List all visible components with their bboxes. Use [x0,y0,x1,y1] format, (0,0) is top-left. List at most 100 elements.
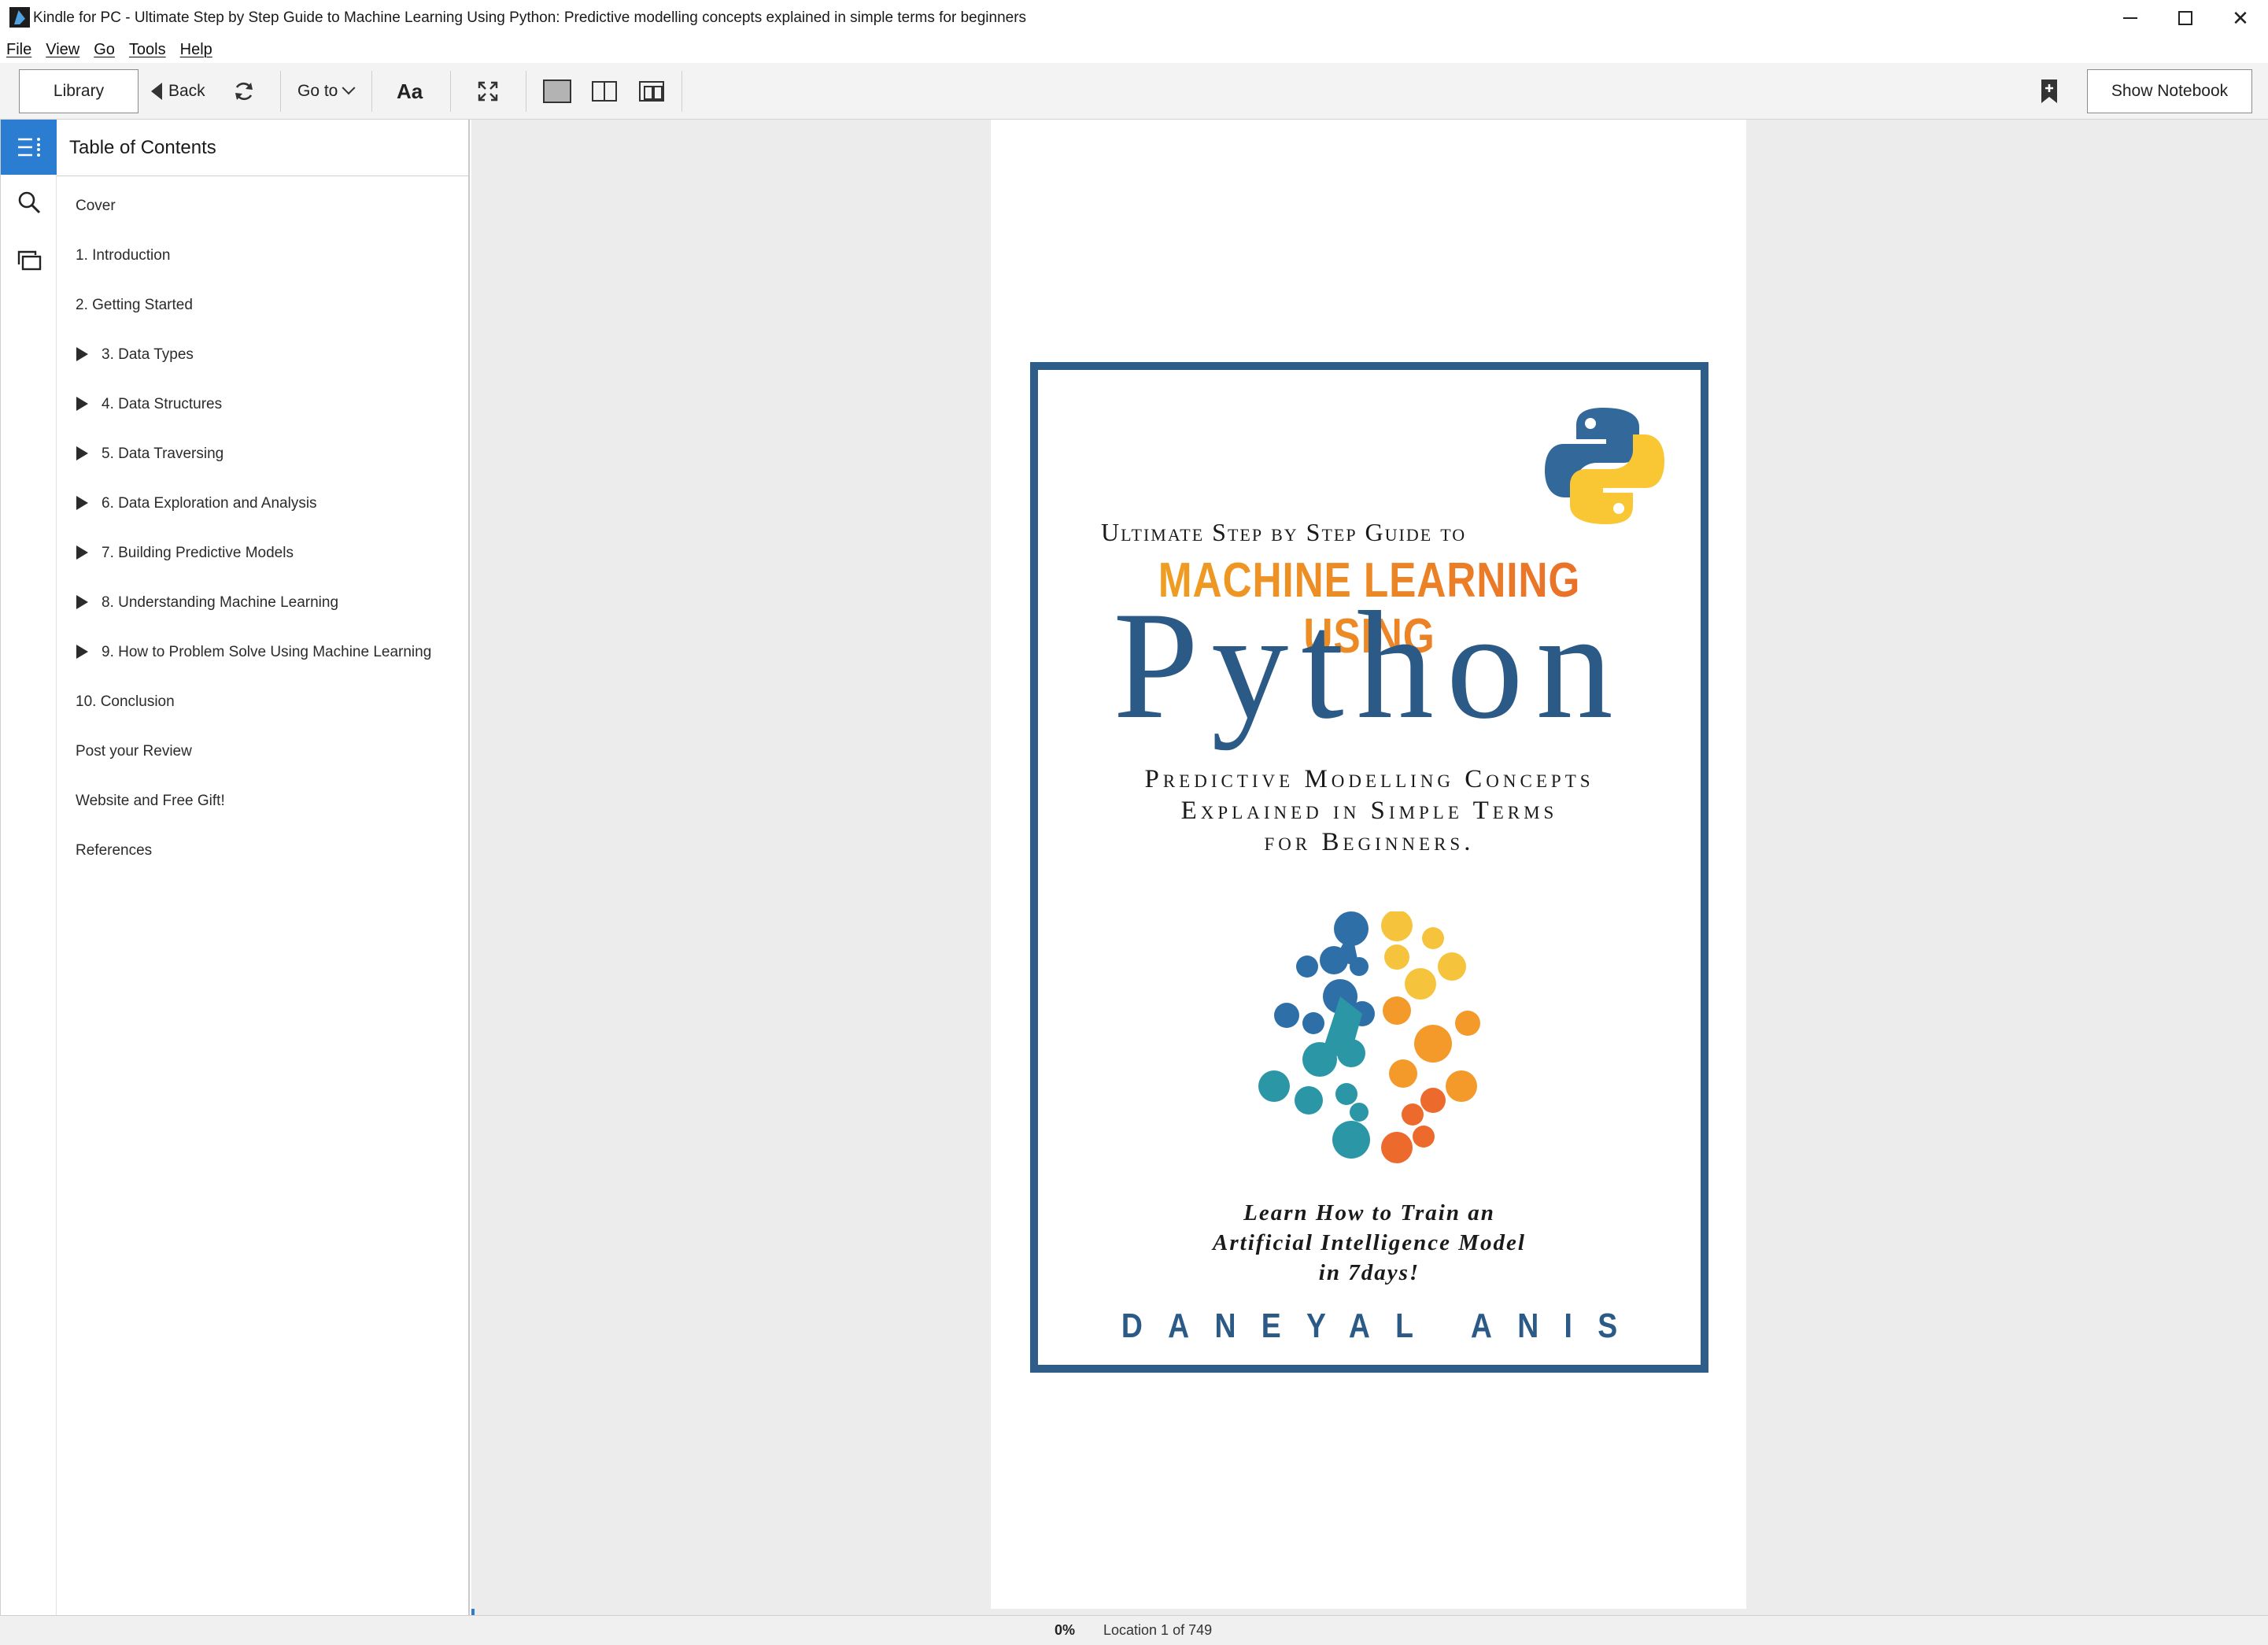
menu-help[interactable]: Help [180,41,212,59]
toc-item-label: 2. Getting Started [76,296,193,313]
cover-description-line: Predictive Modelling Concepts [1144,765,1594,793]
toc-item-label: References [76,841,153,859]
goto-label: Go to [297,82,338,100]
toolbar-separator [280,71,281,112]
expand-triangle-icon[interactable] [76,645,88,659]
toolbar-separator [450,71,451,112]
grid-view-icon[interactable] [639,81,664,102]
show-notebook-button[interactable]: Show Notebook [2087,69,2252,113]
cover-tagline-line: Artificial Intelligence Model [1213,1230,1526,1255]
cover-description: Predictive Modelling Concepts Explained … [1038,763,1701,858]
toc-item[interactable]: 1. Introduction [57,231,468,280]
toc-item-label: 8. Understanding Machine Learning [102,593,339,611]
toc-item-label: Post your Review [76,742,192,760]
toc-item[interactable]: 7. Building Predictive Models [57,528,468,578]
cover-description-line: Explained in Simple Terms [1180,797,1558,825]
cover-python-heading: Python [1113,580,1626,751]
expand-triangle-icon[interactable] [76,446,88,460]
refresh-icon [235,82,253,101]
expand-triangle-icon[interactable] [76,347,88,361]
toc-item[interactable]: 9. How to Problem Solve Using Machine Le… [57,627,468,677]
chevron-down-icon [342,81,356,95]
minimize-icon [2123,17,2137,19]
back-arrow-icon [151,83,162,100]
two-page-view-icon[interactable] [592,81,617,102]
expand-triangle-icon[interactable] [76,545,88,560]
toc-item-label: 9. How to Problem Solve Using Machine Le… [102,643,432,660]
back-label: Back [168,82,205,100]
flashcards-icon [17,250,41,271]
toc-item[interactable]: Website and Free Gift! [57,776,468,826]
single-page-view-icon[interactable] [543,79,571,103]
cover-subtitle-top: Ultimate Step by Step Guide to [1101,518,1467,546]
search-rail-button[interactable] [1,175,57,230]
toc-item-label: 1. Introduction [76,246,171,264]
progress-percent: 0% [1055,1622,1076,1638]
location-indicator: Location 1 of 749 [1103,1622,1213,1638]
cover-author: DANEYAL ANIS [1121,1307,1643,1345]
toc-item-label: Cover [76,197,116,214]
maximize-button[interactable] [2158,0,2213,36]
toc-item[interactable]: Post your Review [57,726,468,776]
expand-triangle-icon[interactable] [76,595,88,609]
kindle-app-icon [9,7,30,28]
toc-item-label: 4. Data Structures [102,395,223,412]
toc-item[interactable]: 4. Data Structures [57,379,468,429]
toolbar: Library Back Go to Aa Show Notebook [0,63,2268,120]
left-icon-rail [0,120,57,1615]
toc-item-label: 10. Conclusion [76,693,175,710]
search-icon [18,191,40,214]
cover-tagline-line: Learn How to Train an [1243,1200,1495,1225]
toc-item[interactable]: 2. Getting Started [57,280,468,330]
menu-go[interactable]: Go [94,41,115,59]
book-cover: Ultimate Step by Step Guide to MACHINE L… [1030,362,1708,1373]
toc-item[interactable]: 5. Data Traversing [57,429,468,479]
sync-button[interactable] [228,63,260,120]
close-button[interactable]: ✕ [2213,0,2268,36]
close-icon: ✕ [2232,6,2249,30]
brain-network-illustration [1258,911,1480,1163]
bookmark-button[interactable] [2040,63,2059,120]
status-bar: 0% Location 1 of 749 [0,1615,2268,1645]
toc-list: Cover 1. Introduction 2. Getting Started 3.… [57,176,468,875]
toc-rail-button[interactable] [1,120,57,175]
bookmark-add-icon [2041,79,2057,103]
toc-item-label: 7. Building Predictive Models [102,544,294,561]
toolbar-separator [371,71,372,112]
window-title: Kindle for PC - Ultimate Step by Step Gu… [33,9,1027,26]
toc-item[interactable]: 10. Conclusion [57,677,468,726]
toc-title: Table of Contents [57,120,468,176]
python-logo-icon [1545,408,1664,524]
toc-item[interactable]: 8. Understanding Machine Learning [57,578,468,627]
toc-list-icon [17,138,40,157]
goto-dropdown[interactable]: Go to [297,63,356,120]
title-bar: Kindle for PC - Ultimate Step by Step Gu… [0,0,2268,36]
library-button[interactable]: Library [19,69,139,113]
cover-tagline-line: in 7days! [1318,1260,1420,1285]
toc-item[interactable]: 6. Data Exploration and Analysis [57,479,468,528]
expand-triangle-icon[interactable] [76,496,88,510]
reading-progress-indicator [471,1609,475,1615]
fullscreen-button[interactable] [475,63,501,120]
fullscreen-icon [478,81,498,102]
minimize-button[interactable] [2103,0,2158,36]
menu-view[interactable]: View [46,41,79,59]
table-of-contents-panel: Table of Contents Cover 1. Introduction 2.… [57,120,470,1615]
toc-item[interactable]: References [57,826,468,875]
toc-item[interactable]: Cover [57,181,468,231]
toc-item[interactable]: 3. Data Types [57,330,468,379]
toc-item-label: 5. Data Traversing [102,445,224,462]
menu-tools[interactable]: Tools [129,41,166,59]
toc-item-label: 3. Data Types [102,346,194,363]
expand-triangle-icon[interactable] [76,397,88,411]
back-button[interactable]: Back [151,63,205,120]
menu-file[interactable]: File [6,41,31,59]
toc-item-label: 6. Data Exploration and Analysis [102,494,317,512]
font-settings-button[interactable]: Aa [397,63,423,120]
book-page: Ultimate Step by Step Guide to MACHINE L… [991,120,1746,1609]
cover-description-line: for Beginners. [1264,828,1475,856]
toc-item-label: Website and Free Gift! [76,792,225,809]
flashcards-rail-button[interactable] [1,233,57,288]
cover-tagline: Learn How to Train an Artificial Intelli… [1038,1198,1701,1288]
reading-area[interactable]: Ultimate Step by Step Guide to MACHINE L… [471,120,2268,1615]
